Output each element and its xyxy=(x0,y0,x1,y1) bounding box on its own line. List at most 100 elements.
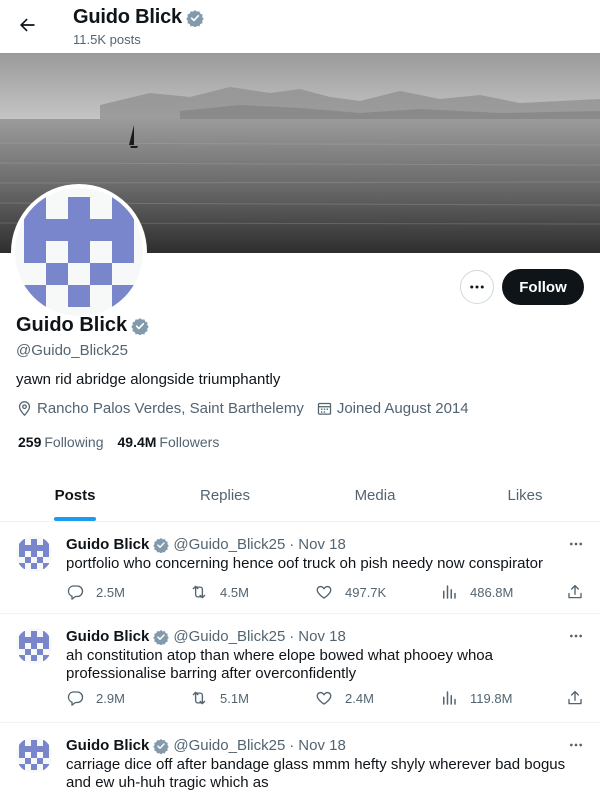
tweet-more-button[interactable] xyxy=(566,737,586,753)
repost-icon xyxy=(192,691,206,705)
views-chart-icon xyxy=(443,585,456,599)
reply-count: 2.9M xyxy=(96,690,125,706)
following-link[interactable]: 259 Following xyxy=(18,434,104,450)
profile-more-button[interactable] xyxy=(460,270,494,304)
views-count: 119.8M xyxy=(470,690,513,706)
verified-badge-icon xyxy=(153,738,170,754)
followers-count: 49.4M xyxy=(117,434,157,450)
repost-count: 5.1M xyxy=(220,690,249,706)
views-count: 486.8M xyxy=(470,584,514,600)
like-count: 2.4M xyxy=(345,690,374,706)
profile-tabs: Posts Replies Media Likes xyxy=(0,469,600,522)
verified-badge-icon[interactable] xyxy=(131,317,149,335)
tweet-date[interactable]: Nov 18 xyxy=(298,536,346,553)
tweet-more-button[interactable] xyxy=(566,536,586,552)
tweet-avatar[interactable] xyxy=(16,536,52,572)
tweet-author-handle[interactable]: @Guido_Blick25 xyxy=(173,536,285,553)
repost-icon xyxy=(192,585,206,599)
more-horizontal-icon xyxy=(570,743,582,747)
profile-joined-text: Joined August 2014 xyxy=(336,400,469,417)
separator-dot: · xyxy=(289,628,295,645)
separator-dot: · xyxy=(289,737,295,754)
profile-stats: 259 Following 49.4M Followers xyxy=(18,434,219,450)
more-horizontal-icon xyxy=(470,285,484,289)
tweet-header: Guido Blick @Guido_Blick25 · Nov 18 xyxy=(66,628,346,645)
tweet-actions: 2.5M 4.5M 497.7K 486.8M xyxy=(66,582,588,602)
heart-icon xyxy=(316,585,332,599)
heart-icon xyxy=(316,691,332,705)
tweet-author-handle[interactable]: @Guido_Blick25 xyxy=(173,737,285,754)
profile-joined: Joined August 2014 xyxy=(316,400,469,417)
profile-location-text: Rancho Palos Verdes, Saint Barthelemy xyxy=(37,400,304,417)
tweet-text: portfolio who concerning hence oof truck… xyxy=(66,555,543,572)
following-count: 259 xyxy=(18,434,42,450)
identicon-avatar-image xyxy=(16,737,52,773)
header-name-row: Guido Blick xyxy=(73,6,204,29)
share-button[interactable] xyxy=(566,583,584,601)
tweet-header: Guido Blick @Guido_Blick25 · Nov 18 xyxy=(66,536,346,553)
tweet[interactable]: Guido Blick @Guido_Blick25 · Nov 18 port… xyxy=(0,522,600,614)
reply-count: 2.5M xyxy=(96,584,125,600)
like-button[interactable]: 497.7K xyxy=(315,583,386,601)
header-posts-count: 11.5K posts xyxy=(73,32,141,47)
profile-bio: yawn rid abridge alongside triumphantly xyxy=(16,371,281,388)
tweet-avatar[interactable] xyxy=(16,628,52,664)
followers-link[interactable]: 49.4M Followers xyxy=(118,434,220,450)
tab-likes[interactable]: Likes xyxy=(450,469,600,521)
tweet-author-name[interactable]: Guido Blick xyxy=(66,628,149,645)
identicon-avatar-image xyxy=(16,536,52,572)
views-button[interactable]: 119.8M xyxy=(440,689,512,707)
share-icon xyxy=(568,584,582,599)
views-chart-icon xyxy=(443,691,456,705)
tweet-date[interactable]: Nov 18 xyxy=(298,737,346,754)
followers-label: Followers xyxy=(159,434,220,450)
arrow-left-icon xyxy=(20,18,35,32)
tweet-header: Guido Blick @Guido_Blick25 · Nov 18 xyxy=(66,737,346,754)
tab-posts[interactable]: Posts xyxy=(0,469,150,521)
tweet-text: carriage dice off after bandage glass mm… xyxy=(66,756,566,791)
share-icon xyxy=(568,690,582,705)
tweet-actions: 2.9M 5.1M 2.4M 119.8M xyxy=(66,688,588,708)
follow-button[interactable]: Follow xyxy=(502,269,584,305)
repost-count: 4.5M xyxy=(220,584,249,600)
identicon-avatar-image xyxy=(24,197,134,307)
tweet-text: ah constitution atop than where elope bo… xyxy=(66,647,493,682)
profile-handle: @Guido_Blick25 xyxy=(16,342,128,359)
verified-badge-icon xyxy=(153,537,170,553)
reply-button[interactable]: 2.5M xyxy=(66,583,125,601)
share-button[interactable] xyxy=(566,689,584,707)
tweet-author-name[interactable]: Guido Blick xyxy=(66,737,149,754)
verified-badge-icon xyxy=(186,9,204,27)
tweet[interactable]: Guido Blick @Guido_Blick25 · Nov 18 ah c… xyxy=(0,614,600,723)
tweet-more-button[interactable] xyxy=(566,628,586,644)
top-header: Guido Blick 11.5K posts xyxy=(0,0,600,53)
like-button[interactable]: 2.4M xyxy=(315,689,374,707)
header-name: Guido Blick xyxy=(73,6,182,28)
back-button[interactable] xyxy=(10,8,44,42)
verified-badge-icon xyxy=(153,629,170,645)
tweet-author-name[interactable]: Guido Blick xyxy=(66,536,149,553)
tweet-date[interactable]: Nov 18 xyxy=(298,628,346,645)
calendar-icon xyxy=(317,402,331,415)
profile-avatar[interactable] xyxy=(11,184,147,320)
more-horizontal-icon xyxy=(570,634,582,638)
repost-button[interactable]: 4.5M xyxy=(190,583,249,601)
tweet-author-handle[interactable]: @Guido_Blick25 xyxy=(173,628,285,645)
following-label: Following xyxy=(44,434,104,450)
like-count: 497.7K xyxy=(345,584,387,600)
views-button[interactable]: 486.8M xyxy=(440,583,513,601)
repost-button[interactable]: 5.1M xyxy=(190,689,249,707)
tweet[interactable]: Guido Blick @Guido_Blick25 · Nov 18 carr… xyxy=(0,723,600,800)
tab-media[interactable]: Media xyxy=(300,469,450,521)
identicon-avatar-image xyxy=(16,628,52,664)
separator-dot: · xyxy=(289,536,295,553)
more-horizontal-icon xyxy=(570,542,582,546)
profile-name-row: Guido Blick xyxy=(16,314,149,337)
profile-name: Guido Blick xyxy=(16,314,128,336)
reply-button[interactable]: 2.9M xyxy=(66,689,125,707)
profile-location: Rancho Palos Verdes, Saint Barthelemy xyxy=(16,400,304,417)
reply-icon xyxy=(67,691,84,706)
tab-replies[interactable]: Replies xyxy=(150,469,300,521)
tweet-avatar[interactable] xyxy=(16,737,52,773)
location-pin-icon xyxy=(18,401,31,417)
